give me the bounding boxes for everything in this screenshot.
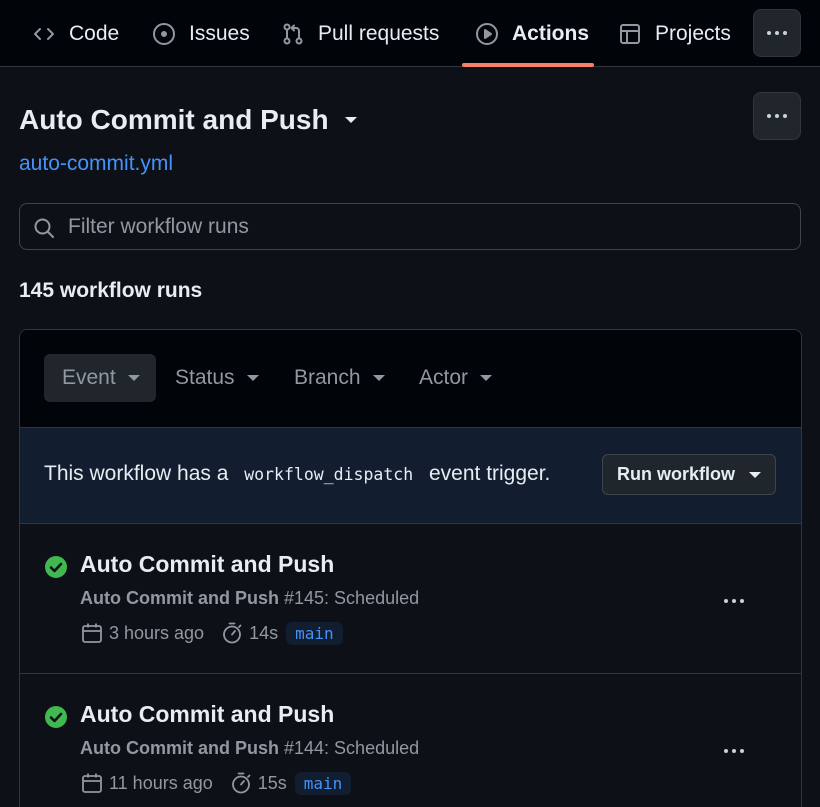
workflow-run-count: 145 workflow runs [19, 279, 203, 302]
tab-issues[interactable]: Issues [151, 0, 250, 67]
triangle-down-icon [372, 375, 385, 381]
filter-branch[interactable]: Branch [294, 354, 385, 402]
filter-actor[interactable]: Actor [419, 354, 493, 402]
table-icon [617, 21, 643, 47]
dispatch-banner: This workflow has a workflow_dispatch ev… [20, 427, 801, 524]
run-menu-button[interactable] [712, 736, 756, 766]
triangle-down-icon [344, 117, 357, 123]
calendar-icon [82, 623, 102, 643]
git-pull-request-icon [280, 21, 306, 47]
workflow-title-dropdown[interactable]: Auto Commit and Push [19, 104, 357, 136]
filter-bar: Event Status Branch Actor [20, 330, 801, 427]
page-title: Auto Commit and Push [19, 104, 329, 135]
run-meta: 3 hours ago 14s main [80, 618, 343, 648]
run-title-link[interactable]: Auto Commit and Push [80, 701, 334, 728]
calendar-icon [82, 773, 102, 793]
filter-status[interactable]: Status [175, 354, 259, 402]
stopwatch-icon [223, 622, 242, 644]
dispatch-text-before: This workflow has a [44, 462, 229, 485]
triangle-down-icon [480, 375, 493, 381]
run-menu-button[interactable] [712, 586, 756, 616]
tab-label: Projects [655, 21, 731, 45]
filter-event[interactable]: Event [44, 354, 156, 402]
tab-label: Issues [189, 21, 250, 45]
run-duration: 15s [257, 772, 287, 793]
repo-nav: Code Issues Pull requests Actions Projec… [0, 0, 820, 67]
filter-label: Branch [294, 366, 361, 389]
triangle-down-icon [246, 375, 259, 381]
tab-pull-requests[interactable]: Pull requests [280, 0, 439, 67]
kebab-horizontal-icon [724, 749, 744, 753]
run-time: 3 hours ago [109, 622, 205, 643]
tab-code[interactable]: Code [31, 0, 119, 67]
dispatch-code: workflow_dispatch [244, 465, 414, 484]
kebab-horizontal-icon [767, 114, 787, 118]
branch-badge[interactable]: main [286, 621, 343, 645]
tab-label: Actions [512, 21, 590, 45]
run-detail: #144: Scheduled [279, 738, 420, 758]
branch-badge[interactable]: main [294, 771, 352, 795]
tab-label: Code [69, 21, 120, 45]
run-workflow-label: Run workflow [617, 464, 735, 484]
run-meta: 11 hours ago 15s main [80, 768, 352, 798]
check-circle-fill-icon [45, 706, 67, 728]
nav-more-button[interactable] [753, 9, 801, 57]
run-workflow-name: Auto Commit and Push [80, 738, 279, 758]
filter-label: Actor [419, 366, 469, 389]
run-detail: #145: Scheduled [279, 588, 420, 608]
run-workflow-button[interactable]: Run workflow [602, 454, 776, 495]
run-subtitle: Auto Commit and Push #145: Scheduled [80, 588, 419, 609]
check-circle-fill-icon [45, 556, 67, 578]
code-icon [31, 21, 57, 47]
issue-opened-icon [151, 21, 177, 47]
run-workflow-name: Auto Commit and Push [80, 588, 279, 608]
tab-actions[interactable]: Actions [474, 0, 589, 67]
triangle-down-icon [127, 375, 140, 381]
kebab-horizontal-icon [724, 599, 744, 603]
play-icon [474, 21, 500, 47]
run-time: 11 hours ago [109, 772, 213, 793]
run-row: Auto Commit and Push Auto Commit and Pus… [20, 524, 801, 674]
run-subtitle: Auto Commit and Push #144: Scheduled [80, 738, 419, 759]
workflow-menu-button[interactable] [753, 92, 801, 140]
dispatch-message: This workflow has a workflow_dispatch ev… [44, 462, 550, 486]
search-box [19, 203, 801, 250]
workflow-file-link[interactable]: auto-commit.yml [19, 152, 173, 176]
tab-projects[interactable]: Projects [617, 0, 731, 67]
filter-label: Status [175, 366, 235, 389]
kebab-horizontal-icon [767, 31, 787, 35]
run-row: Auto Commit and Push Auto Commit and Pus… [20, 674, 801, 807]
search-icon [34, 218, 54, 238]
active-tab-indicator [462, 63, 594, 67]
tab-label: Pull requests [318, 21, 440, 45]
run-duration: 14s [249, 622, 279, 643]
stopwatch-icon [231, 772, 251, 794]
triangle-down-icon [749, 471, 761, 478]
filter-label: Event [62, 366, 116, 389]
workflow-runs-box: Event Status Branch Actor This workflow … [19, 329, 802, 807]
search-input[interactable] [68, 204, 788, 249]
dispatch-text-after: event trigger. [428, 462, 551, 485]
run-title-link[interactable]: Auto Commit and Push [80, 551, 334, 578]
